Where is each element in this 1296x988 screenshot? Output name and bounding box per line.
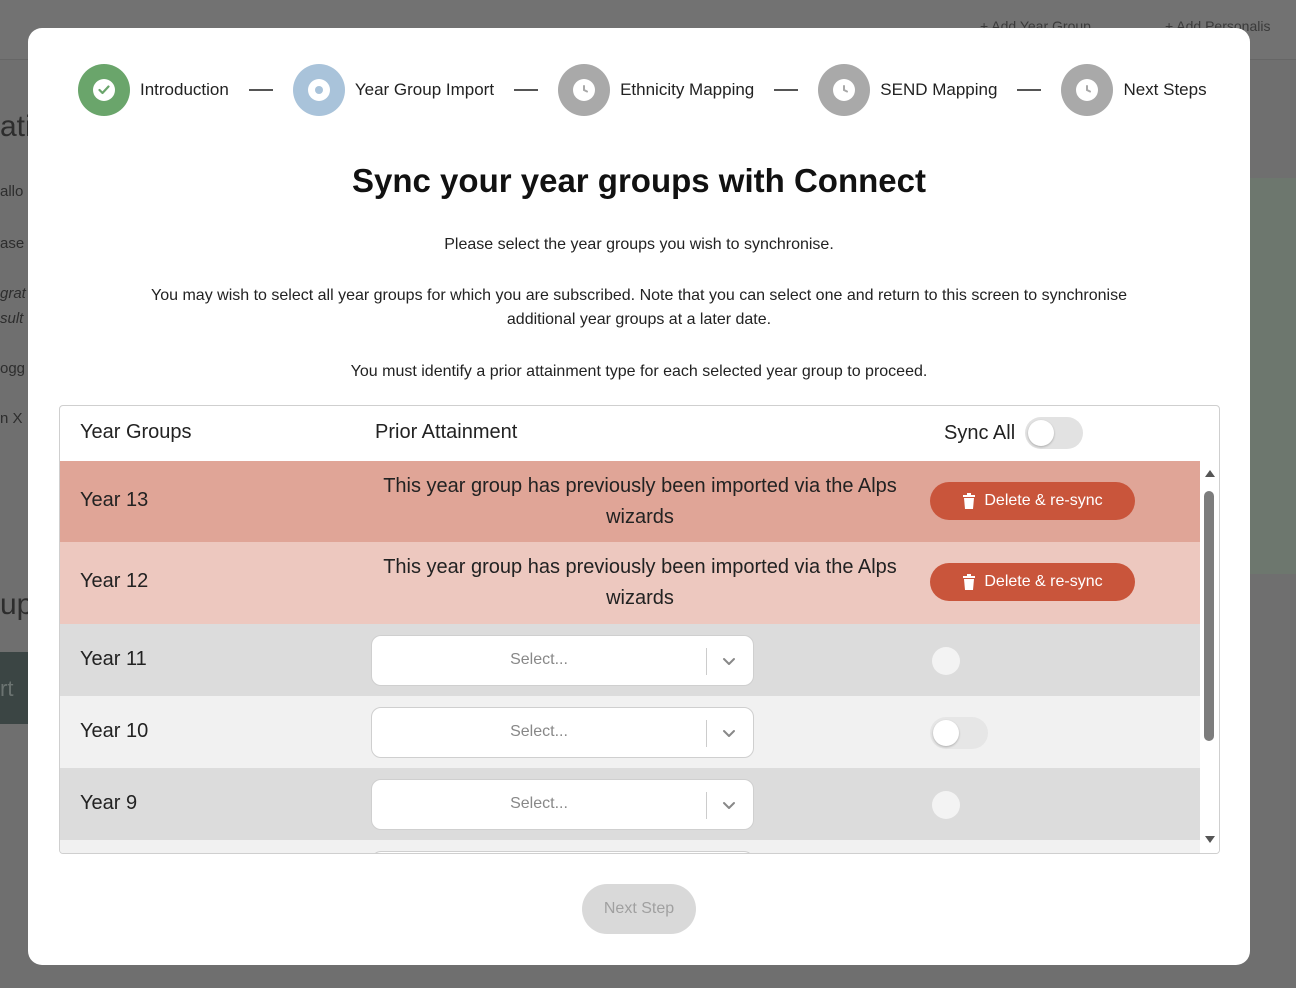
background-green-panel <box>1250 178 1296 574</box>
scroll-thumb[interactable] <box>1204 491 1214 741</box>
background-fragment: ase <box>0 235 25 252</box>
scroll-down-arrow-icon[interactable] <box>1205 836 1215 843</box>
check-icon <box>93 79 115 101</box>
background-fragment: atio <box>0 110 30 143</box>
next-step-button[interactable]: Next Step <box>582 884 696 934</box>
trash-icon <box>963 574 976 590</box>
scroll-up-arrow-icon[interactable] <box>1205 470 1215 477</box>
sync-modal: Introduction Year Group Import Ethnicity… <box>28 28 1250 965</box>
prior-attainment-select[interactable]: Select... <box>371 707 754 758</box>
table-row: Year 12 This year group has previously b… <box>60 542 1200 624</box>
instruction-text: You may wish to select all year groups f… <box>151 287 1127 328</box>
background-fragment: up <box>0 588 30 621</box>
wizard-stepper: Introduction Year Group Import Ethnicity… <box>78 64 1208 116</box>
trash-icon <box>963 493 976 509</box>
step-separator <box>774 89 799 91</box>
step-label: SEND Mapping <box>880 80 998 99</box>
background-fragment: rt <box>0 676 14 701</box>
sync-all-label: Sync All <box>944 421 1016 444</box>
delete-resync-label: Delete & re-sync <box>984 573 1103 590</box>
step-introduction[interactable]: Introduction <box>78 64 229 116</box>
year-group-name: Year 10 <box>80 720 149 742</box>
step-separator <box>1017 89 1042 91</box>
step-label: Introduction <box>140 80 229 99</box>
select-placeholder: Select... <box>510 723 568 740</box>
background-fragment: sult <box>0 310 24 327</box>
column-header-year-groups: Year Groups <box>80 421 192 443</box>
year-group-name: Year 9 <box>80 792 138 814</box>
imported-message: This year group has previously been impo… <box>383 475 897 528</box>
step-next-steps[interactable]: Next Steps <box>1061 64 1207 116</box>
step-status-circle <box>292 64 345 116</box>
step-status-circle <box>1061 64 1114 116</box>
background-fragment: ogg <box>0 360 26 377</box>
year-group-name: Year 11 <box>80 648 147 670</box>
page-title: Sync your year groups with Connect <box>352 162 926 199</box>
step-ethnicity-mapping[interactable]: Ethnicity Mapping <box>558 64 754 116</box>
table-body: Year 13 This year group has previously b… <box>60 461 1200 853</box>
imported-message: This year group has previously been impo… <box>383 556 897 609</box>
background-fragment: allo <box>0 183 24 200</box>
delete-resync-label: Delete & re-sync <box>984 492 1103 509</box>
sync-all-control: Sync All <box>944 417 1084 449</box>
select-divider <box>706 792 707 819</box>
delete-resync-button[interactable]: Delete & re-sync <box>930 563 1135 601</box>
background-dark-bar: rt <box>0 652 30 724</box>
select-placeholder: Select... <box>510 651 568 668</box>
step-status-circle <box>818 64 871 116</box>
instruction-text: You must identify a prior attainment typ… <box>350 363 928 380</box>
sync-toggle-disabled[interactable] <box>932 791 960 819</box>
step-year-group-import[interactable]: Year Group Import <box>292 64 495 116</box>
table-scrollbar[interactable] <box>1200 461 1219 853</box>
background-fragment: grat <box>0 285 26 302</box>
chevron-down-icon[interactable] <box>720 796 738 814</box>
sync-toggle[interactable] <box>930 717 988 749</box>
sync-toggle-disabled[interactable] <box>932 647 960 675</box>
step-label: Ethnicity Mapping <box>620 80 755 99</box>
table-row-partial <box>60 840 1200 853</box>
step-label: Next Steps <box>1123 80 1207 99</box>
clock-icon <box>833 79 856 101</box>
background-fragment: n X <box>0 410 23 427</box>
table-row: Year 9 Select... <box>60 768 1200 840</box>
column-header-prior-attainment: Prior Attainment <box>375 421 518 443</box>
prior-attainment-select[interactable]: Select... <box>371 635 754 686</box>
select-placeholder: Select... <box>510 795 568 812</box>
select-divider <box>706 720 707 747</box>
table-row: Year 10 Select... <box>60 696 1200 768</box>
prior-attainment-select[interactable] <box>371 851 754 853</box>
step-separator <box>514 89 539 91</box>
chevron-down-icon[interactable] <box>720 724 738 742</box>
toggle-knob <box>1028 420 1055 446</box>
table-row: Year 13 This year group has previously b… <box>60 461 1200 542</box>
year-group-name: Year 13 <box>80 489 149 511</box>
instruction-text: Please select the year groups you wish t… <box>444 236 834 253</box>
step-label: Year Group Import <box>354 80 495 99</box>
sync-all-toggle[interactable] <box>1025 417 1084 449</box>
chevron-down-icon[interactable] <box>720 652 738 670</box>
table-header: Year Groups Prior Attainment Sync All <box>60 406 1219 461</box>
step-status-circle <box>558 64 611 116</box>
year-groups-table: Year Groups Prior Attainment Sync All Ye… <box>59 405 1220 854</box>
delete-resync-button[interactable]: Delete & re-sync <box>930 482 1135 520</box>
toggle-knob <box>933 720 959 746</box>
step-send-mapping[interactable]: SEND Mapping <box>818 64 997 116</box>
clock-icon <box>573 79 596 101</box>
clock-icon <box>1076 79 1099 101</box>
year-group-name: Year 12 <box>80 570 149 592</box>
table-row: Year 11 Select... <box>60 624 1200 696</box>
step-separator <box>248 89 273 91</box>
select-divider <box>706 648 707 675</box>
dot-icon <box>307 79 330 101</box>
prior-attainment-select[interactable]: Select... <box>371 779 754 830</box>
step-status-circle <box>78 64 130 116</box>
